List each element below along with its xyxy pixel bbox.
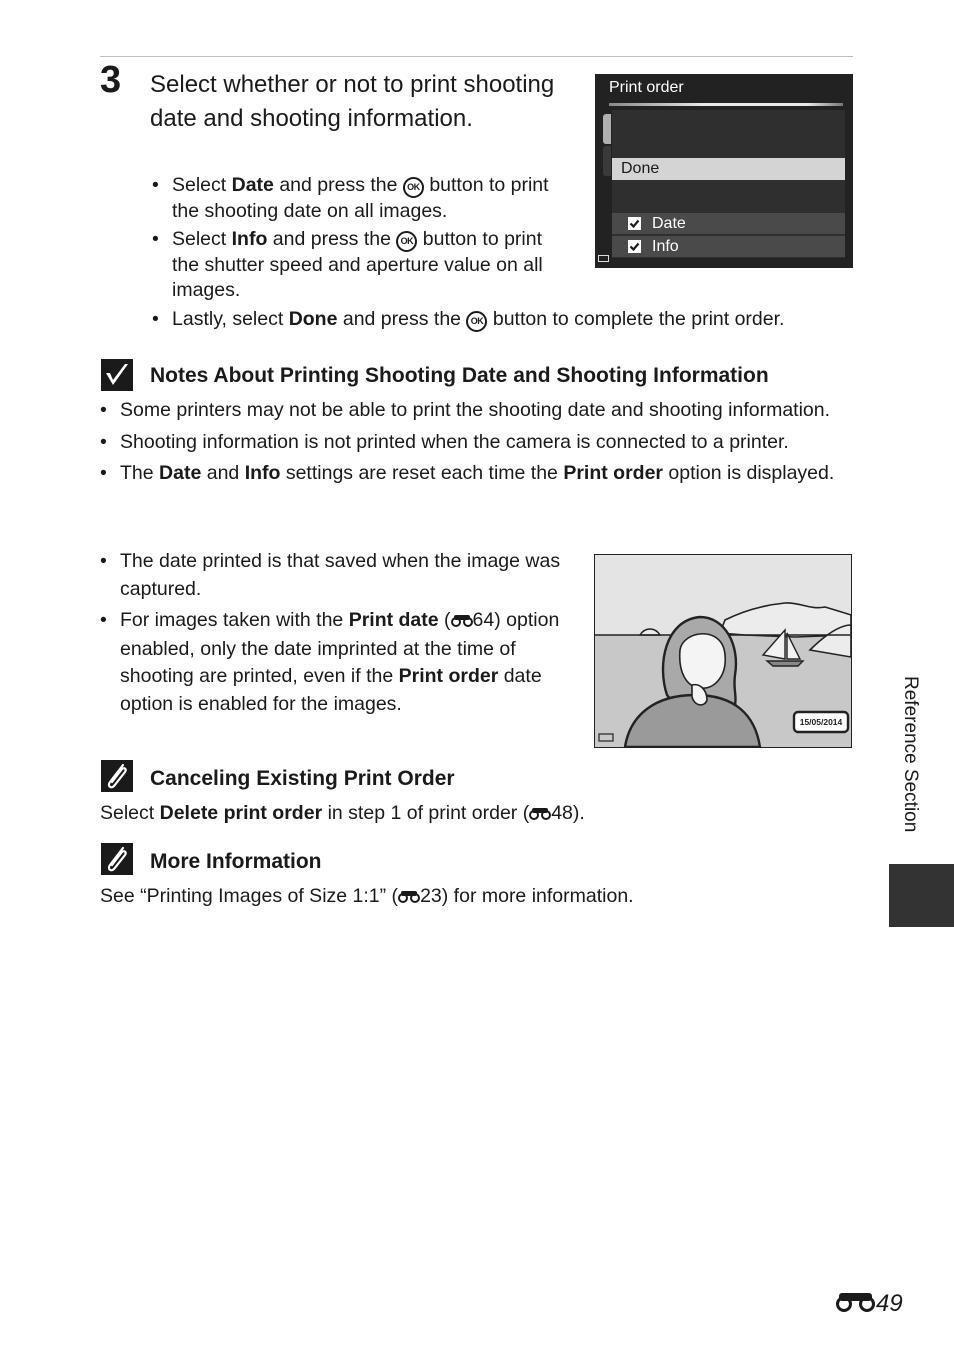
step-bullet-list-wide: Lastly, select Done and press the OK but… bbox=[150, 307, 850, 333]
text: option is displayed. bbox=[663, 462, 835, 484]
bold-term: Date bbox=[159, 462, 202, 484]
top-rule bbox=[100, 56, 853, 57]
camera-screen-print-order: Print order Done Date Info bbox=[595, 74, 853, 268]
text: and press the bbox=[273, 174, 403, 196]
menu-item-info[interactable]: Info bbox=[612, 236, 845, 257]
reference-binoculars-icon bbox=[529, 803, 552, 826]
canceling-heading: Canceling Existing Print Order bbox=[150, 767, 455, 790]
section-thumb-tab bbox=[889, 864, 954, 927]
battery-icon bbox=[598, 255, 609, 262]
ok-button-icon: OK bbox=[402, 177, 424, 198]
bold-term: Print order bbox=[563, 462, 664, 484]
bold-term: Print order bbox=[398, 665, 499, 687]
text: button to complete the print order. bbox=[487, 308, 785, 330]
sample-photo-illustration: 15/05/2014 bbox=[594, 554, 852, 748]
bold-term: Info bbox=[244, 462, 281, 484]
notes-bullet-list: Some printers may not be able to print t… bbox=[98, 397, 838, 492]
step-number: 3 bbox=[100, 59, 122, 101]
reference-section-icon bbox=[836, 1290, 876, 1319]
reference-binoculars-icon bbox=[450, 608, 473, 636]
text: and bbox=[201, 462, 245, 484]
text: ). bbox=[572, 802, 585, 824]
canceling-text: Select Delete print order in step 1 of p… bbox=[100, 802, 585, 826]
menu-tab-active bbox=[603, 114, 611, 144]
text: Select bbox=[100, 802, 160, 824]
step-bullet: Select Date and press the OK button to p… bbox=[150, 173, 570, 224]
paperclip-icon bbox=[101, 843, 133, 875]
ok-button-icon: OK bbox=[396, 231, 418, 252]
checkbox-checked-icon[interactable] bbox=[628, 217, 641, 230]
menu-item-done[interactable]: Done bbox=[612, 158, 845, 180]
note-bullet: The Date and Info settings are reset eac… bbox=[98, 460, 838, 488]
notes-bullet-list-2: The date printed is that saved when the … bbox=[98, 548, 578, 722]
text: and press the bbox=[267, 228, 397, 250]
menu-item-label: Info bbox=[652, 238, 679, 255]
text: ) for more information. bbox=[441, 885, 634, 907]
menu-item-label: Date bbox=[652, 215, 686, 232]
text: Select bbox=[172, 228, 232, 250]
more-info-text: See “Printing Images of Size 1:1” ( 23) f… bbox=[100, 885, 634, 909]
bold-term: Date bbox=[231, 174, 274, 196]
text: ( bbox=[438, 609, 451, 631]
bold-term: Print date bbox=[348, 609, 439, 631]
text: in step 1 of print order ( bbox=[322, 802, 530, 824]
section-side-label: Reference Section bbox=[897, 676, 921, 848]
checkbox-checked-icon[interactable] bbox=[628, 240, 641, 253]
page-reference[interactable]: 23 bbox=[420, 885, 442, 907]
bold-term: Delete print order bbox=[159, 802, 323, 824]
step-title: Select whether or not to print shooting … bbox=[150, 71, 555, 132]
note-bullet: For images taken with the Print date (64… bbox=[98, 607, 578, 718]
date-imprint: 15/05/2014 bbox=[799, 717, 843, 727]
bold-term: Info bbox=[231, 228, 268, 250]
text: Select bbox=[172, 174, 232, 196]
more-info-heading: More Information bbox=[150, 850, 322, 873]
text: See “Printing Images of Size 1:1” ( bbox=[100, 885, 399, 907]
paperclip-icon bbox=[101, 760, 133, 792]
text: For images taken with the bbox=[120, 609, 349, 631]
text: and press the bbox=[337, 308, 467, 330]
reference-binoculars-icon bbox=[398, 886, 421, 909]
page-reference[interactable]: 48 bbox=[551, 802, 573, 824]
checkmark-icon bbox=[101, 359, 133, 391]
page-number: 49 bbox=[836, 1290, 903, 1319]
step-bullet-list: Select Date and press the OK button to p… bbox=[150, 173, 570, 307]
step-bullet: Lastly, select Done and press the OK but… bbox=[150, 307, 850, 333]
menu-tab bbox=[603, 146, 611, 176]
section-side-label-text: Reference Section bbox=[900, 676, 921, 833]
bold-term: Done bbox=[288, 308, 338, 330]
text: Lastly, select bbox=[172, 308, 289, 330]
text: settings are reset each time the bbox=[280, 462, 564, 484]
note-bullet: Shooting information is not printed when… bbox=[98, 429, 838, 457]
note-bullet: The date printed is that saved when the … bbox=[98, 548, 578, 603]
page-reference[interactable]: 64 bbox=[473, 609, 495, 631]
note-bullet: Some printers may not be able to print t… bbox=[98, 397, 838, 425]
notes-heading: Notes About Printing Shooting Date and S… bbox=[150, 364, 769, 387]
menu-item-date[interactable]: Date bbox=[612, 213, 845, 234]
page-number-text: 49 bbox=[876, 1290, 903, 1317]
text: The bbox=[120, 462, 160, 484]
ok-button-icon: OK bbox=[466, 311, 488, 332]
step-bullet: Select Info and press the OK button to p… bbox=[150, 227, 570, 304]
camera-screen-title: Print order bbox=[609, 79, 684, 96]
title-underline bbox=[609, 103, 843, 106]
